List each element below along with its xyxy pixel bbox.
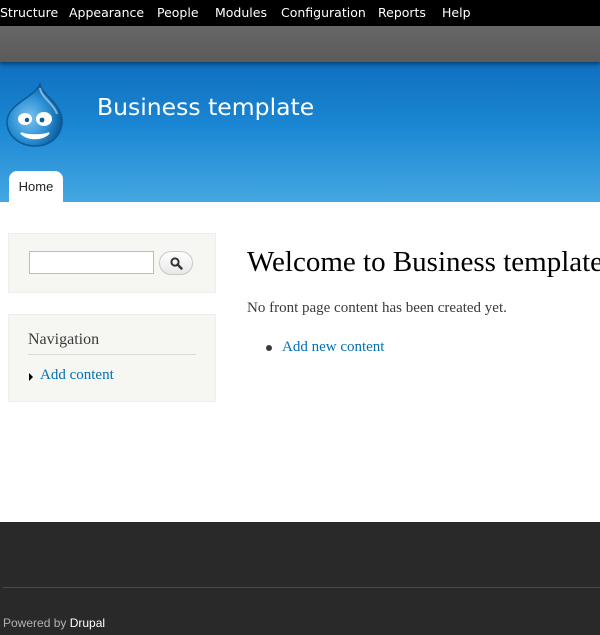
powered-by: Powered by Drupal: [3, 616, 105, 630]
nav-link-add-content[interactable]: Add content: [40, 367, 114, 384]
footer-divider: [3, 587, 600, 588]
drupal-link[interactable]: Drupal: [70, 616, 105, 630]
admin-menu-people[interactable]: People: [157, 0, 199, 26]
search-input[interactable]: [29, 251, 154, 274]
admin-menu-configuration[interactable]: Configuration: [281, 0, 366, 26]
admin-menu-structure[interactable]: Structure: [0, 0, 58, 26]
admin-menu-modules[interactable]: Modules: [215, 0, 267, 26]
admin-menu-reports[interactable]: Reports: [378, 0, 426, 26]
triangle-bullet-icon: [29, 373, 33, 381]
search-button[interactable]: [159, 251, 193, 275]
powered-by-label: Powered by: [3, 616, 67, 630]
page-title: Welcome to Business template: [247, 246, 600, 278]
admin-menu-appearance[interactable]: Appearance: [69, 0, 144, 26]
admin-menu-help[interactable]: Help: [442, 0, 471, 26]
admin-toolbar: Structure Appearance People Modules Conf…: [0, 0, 600, 26]
search-block: [8, 233, 216, 293]
magnifier-icon: [170, 257, 183, 270]
shortcut-bar: [0, 26, 600, 62]
site-header: Business template Home: [0, 62, 600, 202]
intro-text: No front page content has been created y…: [247, 300, 507, 316]
site-name[interactable]: Business template: [97, 93, 314, 121]
add-new-content-link[interactable]: Add new content: [282, 339, 384, 356]
navigation-block: Navigation Add content: [8, 314, 216, 402]
site-footer: Powered by Drupal: [0, 522, 600, 635]
tab-home[interactable]: Home: [9, 171, 63, 202]
drupal-drop-icon[interactable]: [4, 81, 66, 148]
navigation-title: Navigation: [28, 331, 196, 355]
list-bullet-icon: [266, 345, 272, 351]
